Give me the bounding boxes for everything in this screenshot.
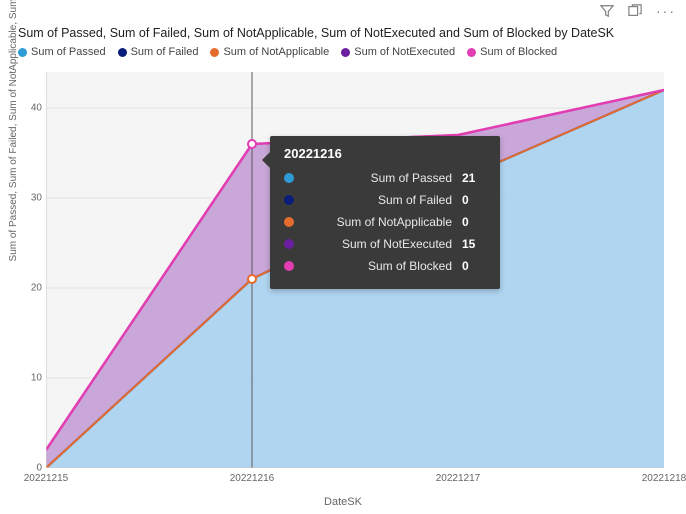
tooltip-label: Sum of Failed [302, 193, 462, 207]
y-tick: 30 [18, 193, 42, 204]
legend-swatch [210, 48, 219, 57]
tooltip-dot [284, 239, 294, 249]
y-tick: 40 [18, 103, 42, 114]
tooltip-value: 15 [462, 237, 486, 251]
plot-area[interactable]: 0 10 20 30 40 20221215 20221216 20221217… [46, 72, 664, 468]
y-tick: 0 [18, 463, 42, 474]
x-tick: 20221217 [436, 473, 481, 484]
tooltip-row: Sum of NotExecuted15 [284, 233, 486, 255]
tooltip-value: 0 [462, 259, 486, 273]
tooltip-dot [284, 217, 294, 227]
tooltip-label: Sum of Passed [302, 171, 462, 185]
legend-item[interactable]: Sum of Failed [118, 46, 199, 58]
legend-item[interactable]: Sum of NotExecuted [341, 46, 455, 58]
legend-label: Sum of Failed [131, 46, 199, 58]
x-tick: 20221215 [24, 473, 69, 484]
y-tick: 10 [18, 373, 42, 384]
legend-swatch [118, 48, 127, 57]
y-axis-label: Sum of Passed, Sum of Failed, Sum of Not… [8, 0, 19, 280]
legend-label: Sum of NotApplicable [223, 46, 329, 58]
legend-swatch [467, 48, 476, 57]
tooltip-row: Sum of Blocked0 [284, 255, 486, 277]
legend-item[interactable]: Sum of Blocked [467, 46, 557, 58]
x-axis-label: DateSK [324, 496, 362, 508]
chart-toolbar: ··· [600, 4, 676, 18]
tooltip-dot [284, 195, 294, 205]
tooltip-row: Sum of NotApplicable0 [284, 211, 486, 233]
tooltip-label: Sum of NotExecuted [302, 237, 462, 251]
legend-swatch [18, 48, 27, 57]
legend-label: Sum of Blocked [480, 46, 557, 58]
more-options-icon[interactable]: ··· [656, 6, 676, 16]
tooltip-header: 20221216 [284, 146, 486, 161]
chart-tooltip: 20221216 Sum of Passed21 Sum of Failed0 … [270, 136, 500, 289]
legend-label: Sum of NotExecuted [354, 46, 455, 58]
legend-item[interactable]: Sum of NotApplicable [210, 46, 329, 58]
tooltip-dot [284, 261, 294, 271]
chart-legend: Sum of Passed Sum of Failed Sum of NotAp… [18, 46, 557, 58]
tooltip-row: Sum of Failed0 [284, 189, 486, 211]
tooltip-label: Sum of Blocked [302, 259, 462, 273]
x-tick: 20221218 [642, 473, 686, 484]
y-tick: 20 [18, 283, 42, 294]
tooltip-dot [284, 173, 294, 183]
filter-icon[interactable] [600, 4, 614, 18]
legend-label: Sum of Passed [31, 46, 106, 58]
tooltip-row: Sum of Passed21 [284, 167, 486, 189]
legend-swatch [341, 48, 350, 57]
chart-title: Sum of Passed, Sum of Failed, Sum of Not… [18, 26, 614, 40]
tooltip-label: Sum of NotApplicable [302, 215, 462, 229]
tooltip-value: 0 [462, 193, 486, 207]
tooltip-value: 0 [462, 215, 486, 229]
focus-mode-icon[interactable] [628, 4, 642, 18]
legend-item[interactable]: Sum of Passed [18, 46, 106, 58]
tooltip-value: 21 [462, 171, 486, 185]
x-tick: 20221216 [230, 473, 275, 484]
